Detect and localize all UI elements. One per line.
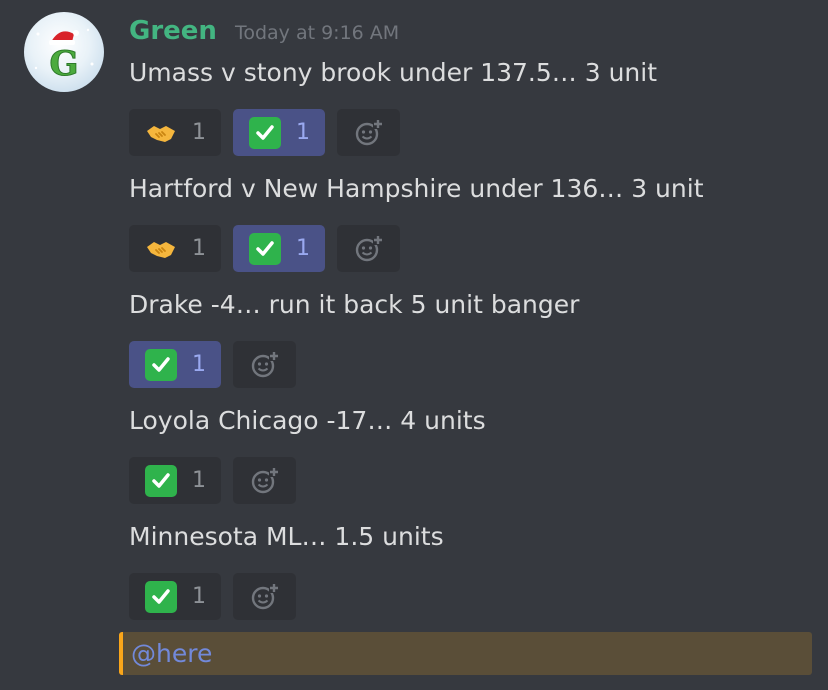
check-mark-emoji xyxy=(249,116,281,149)
add-reaction-icon xyxy=(251,466,279,493)
check-mark-emoji xyxy=(249,232,281,265)
reaction-check[interactable]: 1 xyxy=(233,225,325,272)
timestamp: Today at 9:16 AM xyxy=(234,22,400,44)
handshake-emoji xyxy=(147,125,175,142)
reaction-count: 1 xyxy=(192,468,206,493)
reaction-count: 1 xyxy=(192,352,206,377)
reaction-bar: 1 1 xyxy=(129,109,400,156)
reaction-count: 1 xyxy=(192,120,206,145)
reaction-handshake[interactable]: 1 xyxy=(129,109,221,156)
reaction-bar: 1 xyxy=(129,341,296,388)
here-mention[interactable]: @here xyxy=(131,639,212,668)
message-text: Minnesota ML… 1.5 units xyxy=(129,522,444,551)
check-mark-emoji xyxy=(145,348,177,381)
reaction-count: 1 xyxy=(296,120,310,145)
reaction-bar: 1 xyxy=(129,573,296,620)
reaction-count: 1 xyxy=(192,236,206,261)
reaction-check[interactable]: 1 xyxy=(129,341,221,388)
mention-message: @here xyxy=(119,632,812,675)
check-mark-emoji xyxy=(145,464,177,497)
check-mark-emoji xyxy=(145,580,177,613)
message-text: Umass v stony brook under 137.5… 3 unit xyxy=(129,58,658,87)
add-reaction-icon xyxy=(355,234,383,261)
add-reaction-button[interactable] xyxy=(233,573,296,620)
add-reaction-button[interactable] xyxy=(337,109,400,156)
reaction-bar: 1 1 xyxy=(129,225,400,272)
message-header: Green Today at 9:16 AM xyxy=(129,16,399,46)
reaction-check[interactable]: 1 xyxy=(129,457,221,504)
avatar-image: G xyxy=(34,28,94,85)
avatar[interactable]: G xyxy=(24,12,104,92)
add-reaction-icon xyxy=(355,118,383,145)
add-reaction-icon xyxy=(251,350,279,377)
message-text: Loyola Chicago -17… 4 units xyxy=(129,406,486,435)
username[interactable]: Green xyxy=(129,16,217,46)
add-reaction-button[interactable] xyxy=(233,457,296,504)
reaction-check[interactable]: 1 xyxy=(129,573,221,620)
avatar-letter: G xyxy=(49,44,78,84)
add-reaction-button[interactable] xyxy=(233,341,296,388)
handshake-emoji xyxy=(147,241,175,258)
add-reaction-button[interactable] xyxy=(337,225,400,272)
add-reaction-icon xyxy=(251,582,279,609)
message-text: Drake -4… run it back 5 unit banger xyxy=(129,290,580,319)
reaction-bar: 1 xyxy=(129,457,296,504)
reaction-check[interactable]: 1 xyxy=(233,109,325,156)
message-text: Hartford v New Hampshire under 136… 3 un… xyxy=(129,174,704,203)
reaction-count: 1 xyxy=(192,584,206,609)
reaction-handshake[interactable]: 1 xyxy=(129,225,221,272)
reaction-count: 1 xyxy=(296,236,310,261)
